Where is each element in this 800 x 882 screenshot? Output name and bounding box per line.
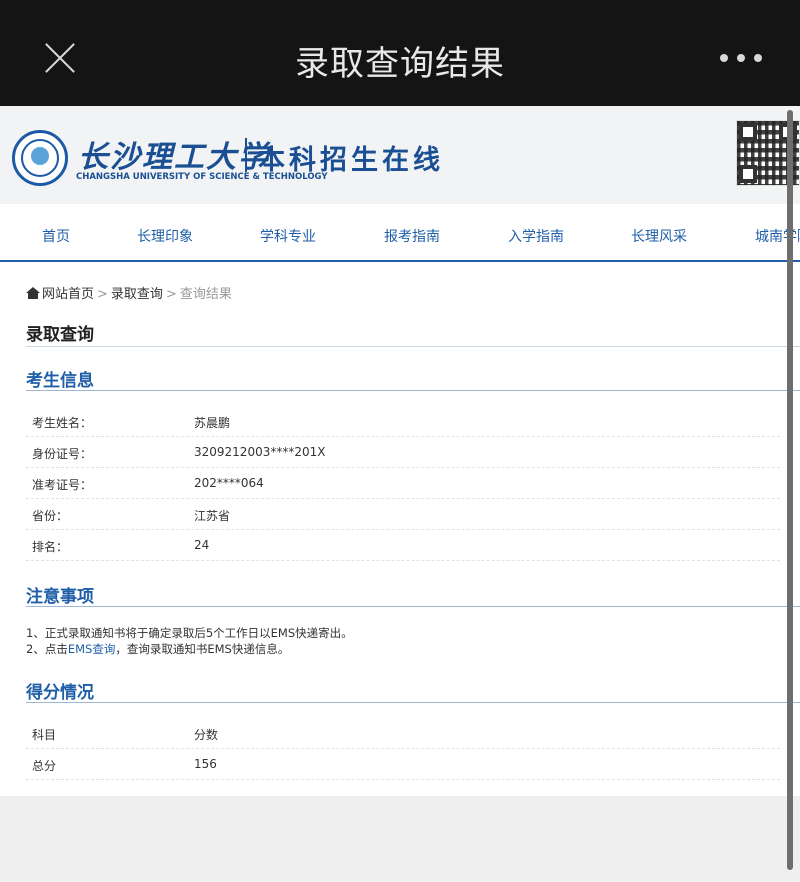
info-value: 24 bbox=[194, 538, 210, 552]
header-divider bbox=[245, 138, 247, 172]
section-heading-candidate: 考生信息 bbox=[26, 371, 94, 391]
breadcrumb-current: 查询结果 bbox=[179, 287, 232, 302]
app-bar-title: 录取查询结果 bbox=[295, 44, 505, 84]
info-label: 排名： bbox=[32, 540, 69, 554]
info-label: 身份证号： bbox=[32, 447, 93, 461]
nav-item-home[interactable]: 首页 bbox=[42, 226, 70, 246]
info-value: 202****064 bbox=[194, 476, 264, 490]
nav-item-majors[interactable]: 学科专业 bbox=[260, 226, 316, 246]
info-label: 省份： bbox=[32, 509, 69, 523]
breadcrumb-sep: > bbox=[97, 287, 108, 302]
divider bbox=[26, 702, 800, 703]
note-line-1: 1、正式录取通知书将于确定录取后5个工作日以EMS快递寄出。 bbox=[26, 626, 353, 640]
site-name: 本科招生在线 bbox=[258, 145, 444, 176]
site-header: 长沙理工大学 CHANGSHA UNIVERSITY OF SCIENCE & … bbox=[0, 106, 800, 204]
section-heading-notes: 注意事项 bbox=[26, 587, 94, 607]
info-row-id: 身份证号： 3209212003****201X bbox=[26, 437, 780, 468]
breadcrumb: 网站首页 > 录取查询 > 查询结果 bbox=[26, 283, 232, 302]
info-label: 准考证号： bbox=[32, 478, 93, 492]
info-row-name: 考生姓名： 苏晨鹏 bbox=[26, 406, 780, 437]
divider bbox=[26, 390, 800, 391]
score-col-score: 分数 bbox=[194, 728, 219, 742]
web-page: 长沙理工大学 CHANGSHA UNIVERSITY OF SCIENCE & … bbox=[0, 106, 800, 796]
university-emblem-icon[interactable] bbox=[12, 130, 68, 186]
info-label: 考生姓名： bbox=[32, 416, 93, 430]
home-icon bbox=[26, 287, 40, 299]
nav-item-chengnan-college[interactable]: 城南学院 bbox=[755, 226, 800, 246]
score-subject: 总分 bbox=[32, 759, 57, 773]
breadcrumb-admission-query[interactable]: 录取查询 bbox=[111, 287, 163, 302]
info-value: 3209212003****201X bbox=[194, 445, 326, 459]
info-row-rank: 排名： 24 bbox=[26, 530, 780, 561]
section-heading-scores: 得分情况 bbox=[26, 683, 94, 703]
breadcrumb-sep: > bbox=[165, 287, 177, 302]
score-value: 156 bbox=[194, 757, 217, 771]
nav-item-impression[interactable]: 长理印象 bbox=[137, 226, 193, 246]
score-col-subject: 科目 bbox=[32, 728, 57, 742]
app-bar: 录取查询结果 bbox=[0, 0, 800, 106]
main-nav: 首页 长理印象 学科专业 报考指南 入学指南 长理风采 城南学院 bbox=[0, 204, 800, 262]
note-text: 2、点击 bbox=[26, 642, 68, 656]
nav-item-style[interactable]: 长理风采 bbox=[631, 226, 687, 246]
score-header-row: 科目 分数 bbox=[26, 718, 780, 749]
university-name-cn[interactable]: 长沙理工大学 bbox=[78, 132, 270, 176]
page-title: 录取查询 bbox=[26, 325, 94, 345]
info-value: 苏晨鹏 bbox=[194, 416, 231, 430]
divider bbox=[26, 346, 800, 347]
nav-item-enroll-guide[interactable]: 入学指南 bbox=[508, 226, 564, 246]
ems-query-link[interactable]: EMS查询 bbox=[68, 642, 116, 656]
nav-item-apply-guide[interactable]: 报考指南 bbox=[384, 226, 440, 246]
info-row-exam-number: 准考证号： 202****064 bbox=[26, 468, 780, 499]
note-text: ，查询录取通知书EMS快递信息。 bbox=[115, 642, 290, 656]
info-value: 江苏省 bbox=[194, 509, 231, 523]
more-dots-icon[interactable] bbox=[720, 54, 764, 64]
divider bbox=[26, 606, 800, 607]
score-row: 总分 156 bbox=[26, 749, 780, 780]
scrollbar[interactable] bbox=[787, 110, 793, 870]
note-line-2: 2、点击EMS查询，查询录取通知书EMS快递信息。 bbox=[26, 641, 289, 657]
info-row-province: 省份： 江苏省 bbox=[26, 499, 780, 530]
breadcrumb-home[interactable]: 网站首页 bbox=[42, 287, 94, 302]
